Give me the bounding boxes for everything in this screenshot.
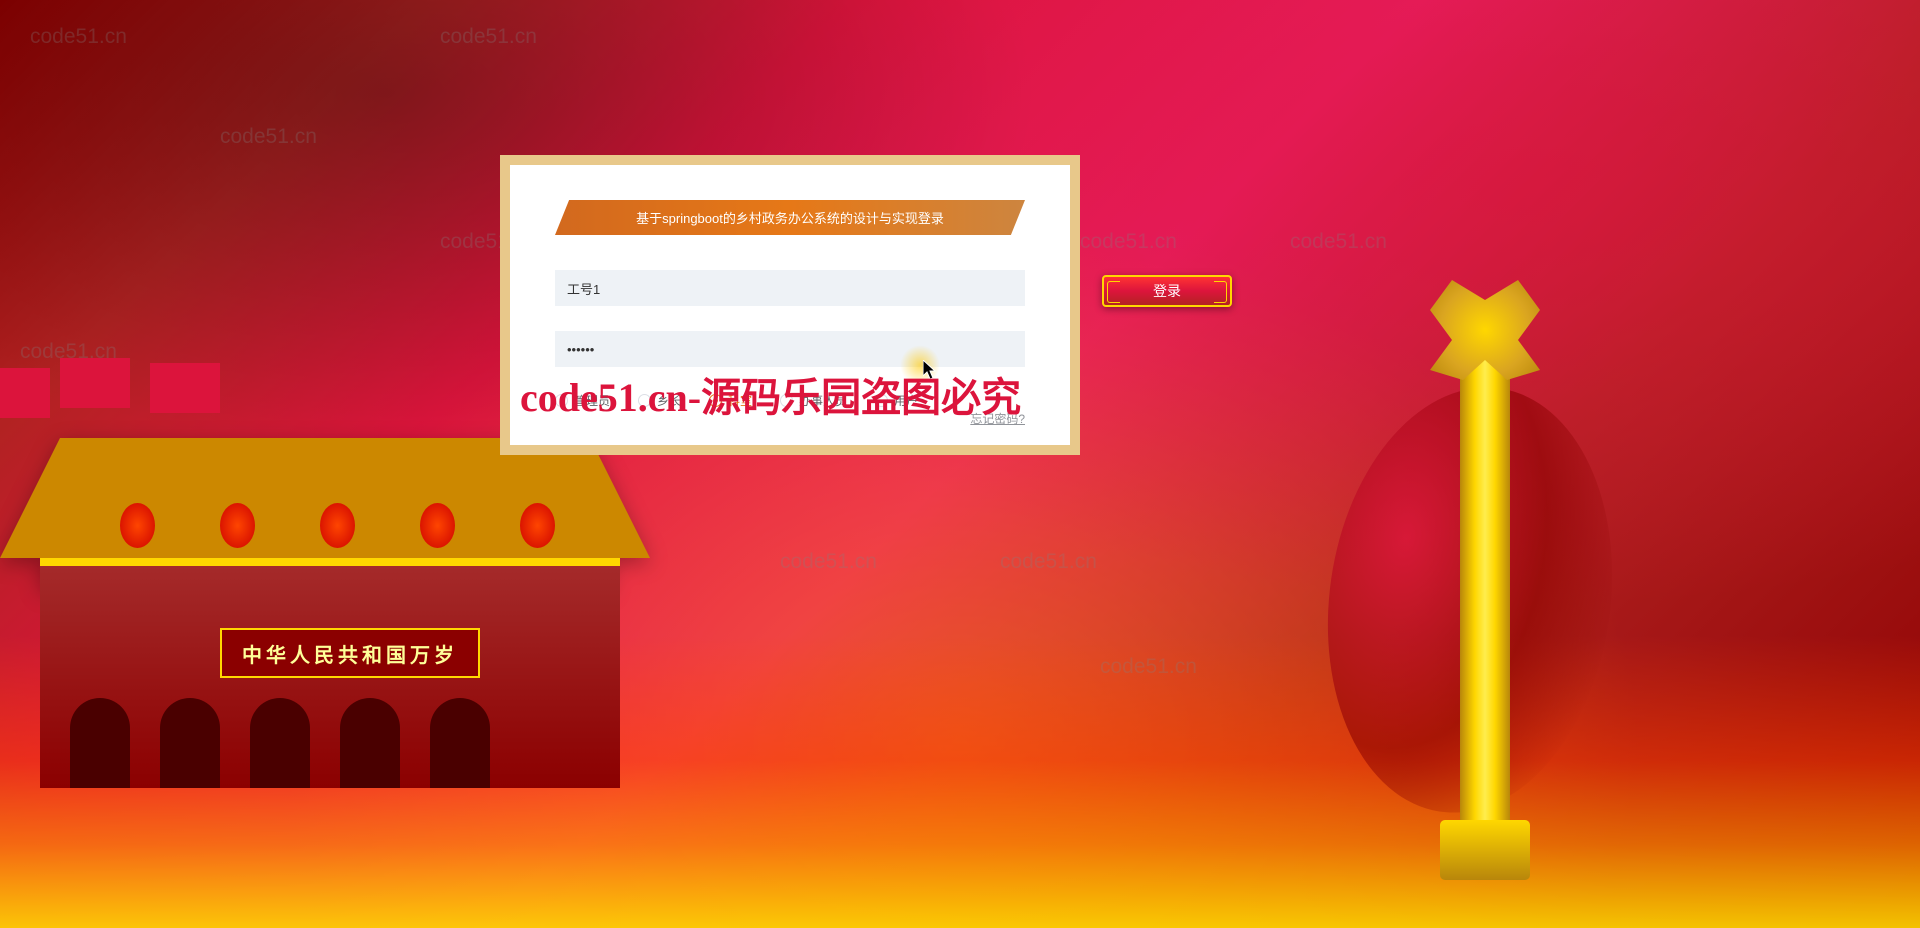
flag-icon [0, 368, 50, 418]
radio-icon [709, 394, 722, 407]
role-radio-user[interactable]: 用户 [875, 392, 918, 409]
radio-icon [875, 394, 888, 407]
flag-icon [60, 358, 130, 408]
lantern-icon [320, 503, 355, 548]
role-radio-group: 管理员 乡长 科室 办事人员 用户 [555, 392, 1025, 409]
role-radio-staff[interactable]: 办事人员 [780, 392, 847, 409]
cursor-icon [923, 360, 937, 380]
lantern-icon [220, 503, 255, 548]
flag-icon [150, 363, 220, 413]
password-input[interactable] [555, 331, 1025, 367]
arches-decoration [70, 698, 490, 788]
building-banner: 中华人民共和国万岁 [220, 628, 480, 678]
login-button[interactable]: 登录 [1102, 275, 1232, 307]
login-title: 基于springboot的乡村政务办公系统的设计与实现登录 [555, 200, 1025, 235]
login-card: 基于springboot的乡村政务办公系统的设计与实现登录 管理员 乡长 科室 … [500, 155, 1080, 455]
login-button-label: 登录 [1153, 281, 1181, 301]
lantern-icon [420, 503, 455, 548]
radio-label: 办事人员 [799, 392, 847, 409]
huabiao-pillar [1430, 280, 1540, 880]
radio-icon [555, 394, 568, 407]
radio-label: 管理员 [574, 392, 610, 409]
radio-icon [780, 394, 793, 407]
lantern-icon [520, 503, 555, 548]
username-input[interactable] [555, 270, 1025, 306]
radio-label: 用户 [894, 392, 918, 409]
role-radio-department[interactable]: 科室 [709, 392, 752, 409]
lantern-icon [120, 503, 155, 548]
role-radio-mayor[interactable]: 乡长 [638, 392, 681, 409]
role-radio-admin[interactable]: 管理员 [555, 392, 610, 409]
radio-icon [638, 394, 651, 407]
radio-label: 科室 [728, 392, 752, 409]
radio-label: 乡长 [657, 392, 681, 409]
forgot-password-link[interactable]: 忘记密码? [970, 410, 1025, 427]
